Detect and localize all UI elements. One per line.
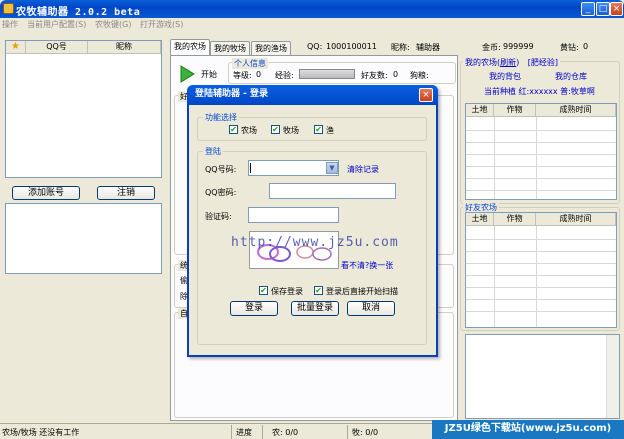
- log-panel: [5, 203, 162, 274]
- my-warehouse-link[interactable]: 我的仓库: [555, 71, 587, 82]
- col-friend-mature-time[interactable]: 成熟时间: [536, 213, 616, 226]
- qq-value: 1000100011: [326, 42, 377, 51]
- dialog-close-button[interactable]: ×: [419, 88, 433, 102]
- status-text: 农场/牧场 还没有工作: [2, 428, 80, 437]
- qq-label: QQ:: [307, 42, 323, 51]
- refresh-link[interactable]: 刷新: [500, 58, 516, 67]
- col-crop[interactable]: 作物: [494, 104, 536, 117]
- watermark-banner: JZ5U绿色下载站(www.jz5u.com): [432, 420, 624, 439]
- exp-label: 经验:: [275, 71, 294, 80]
- friend-land-table[interactable]: 土地 作物 成熟时间: [465, 212, 617, 328]
- refresh-captcha-link[interactable]: 看不清?换一张: [341, 260, 393, 271]
- col-land[interactable]: 土地: [466, 104, 494, 117]
- qq-number-field[interactable]: ▼: [248, 160, 339, 176]
- auto-scan-checkbox[interactable]: ✔: [314, 286, 323, 295]
- right-log-panel: [465, 334, 620, 419]
- farm-progress: 农: 0/0: [272, 428, 299, 437]
- star-icon: ★: [6, 41, 26, 54]
- scrollbar[interactable]: [606, 335, 619, 418]
- menu-item-operate[interactable]: 操作: [2, 19, 18, 30]
- coins-label: 金币:: [482, 43, 501, 52]
- qq-password-field[interactable]: [269, 183, 396, 199]
- ranch-checkbox[interactable]: ✔: [271, 125, 280, 134]
- fertilize-link[interactable]: [肥经验]: [528, 58, 558, 67]
- col-qq[interactable]: QQ号: [26, 41, 88, 54]
- ranch-progress: 牧: 0/0: [352, 428, 379, 437]
- my-bag-link[interactable]: 我的背包: [489, 71, 521, 82]
- exp-progress-bar: [299, 69, 355, 79]
- auto-scan-label: 登录后直接开始扫描: [326, 287, 398, 296]
- col-mature-time[interactable]: 成熟时间: [536, 104, 616, 117]
- level-value: 0: [256, 70, 262, 79]
- captcha-label: 验证码:: [205, 212, 232, 221]
- maximize-button[interactable]: □: [596, 2, 610, 16]
- progress-label: 进度: [236, 428, 252, 437]
- start-label: 开始: [201, 70, 217, 79]
- qq-password-label: QQ密码:: [205, 188, 237, 197]
- tab-my-fishery[interactable]: 我的渔场: [251, 41, 291, 56]
- my-farm-sep: ): [516, 58, 520, 67]
- close-button[interactable]: ×: [610, 2, 623, 16]
- account-list[interactable]: ★ QQ号 昵称: [5, 40, 162, 178]
- my-farm-header: 我的农场(刷新) [肥经验]: [463, 57, 561, 68]
- col-nickname[interactable]: 昵称: [88, 41, 161, 54]
- qq-number-label: QQ号码:: [205, 165, 237, 174]
- personal-info-title: 个人信息: [232, 58, 268, 69]
- cancel-button[interactable]: 取消: [347, 301, 395, 316]
- fishery-checkbox[interactable]: ✔: [314, 125, 323, 134]
- my-land-table[interactable]: 土地 作物 成熟时间: [465, 103, 617, 200]
- save-login-label: 保存登录: [271, 287, 303, 296]
- dialog-title: 登陆辅助器 - 登录: [187, 85, 438, 105]
- dog-food-label: 狗粮:: [410, 71, 429, 80]
- login-button[interactable]: 登录: [230, 301, 278, 316]
- menu-item-user-config[interactable]: 当前用户配置(S): [27, 19, 86, 30]
- menu-bar: 操作 当前用户配置(S) 农牧键(G) 打开游戏(S): [0, 18, 624, 32]
- start-button[interactable]: 开始: [177, 63, 223, 85]
- app-icon: [3, 3, 14, 14]
- add-account-button[interactable]: 添加账号: [12, 186, 80, 200]
- function-group-title: 功能选择: [203, 112, 239, 123]
- col-friend-land[interactable]: 土地: [466, 213, 494, 226]
- minimize-button[interactable]: _: [581, 2, 595, 16]
- tab-my-ranch[interactable]: 我的牧场: [210, 41, 250, 56]
- chevron-down-icon[interactable]: ▼: [326, 162, 338, 174]
- fishery-option-label: 渔: [326, 126, 334, 135]
- gold-value: 0: [583, 42, 589, 51]
- clear-records-link[interactable]: 清除记录: [347, 164, 379, 175]
- login-dialog: 登陆辅助器 - 登录 × 功能选择 ✔ 农场 ✔ 牧场 ✔ 渔 登陆 QQ号码:…: [187, 85, 438, 357]
- save-login-checkbox[interactable]: ✔: [259, 286, 268, 295]
- farm-option-label: 农场: [241, 126, 257, 135]
- menu-item-keys[interactable]: 农牧键(G): [95, 19, 131, 30]
- tab-my-farm[interactable]: 我的农场: [170, 39, 210, 56]
- crop-info: 当前种植 红:xxxxxx 普:牧草啊: [484, 87, 595, 96]
- window-title: 农牧辅助器 2.0.2 beta: [16, 7, 141, 18]
- login-group-title: 登陆: [203, 146, 223, 157]
- play-icon: [180, 65, 195, 83]
- ranch-option-label: 牧场: [283, 126, 299, 135]
- title-bar[interactable]: 农牧辅助器 2.0.2 beta _ □ ×: [0, 0, 624, 18]
- captcha-text: http://www.jz5u.com: [231, 235, 399, 250]
- nick-label: 昵称:: [391, 43, 410, 52]
- nick-value: 辅助器: [416, 43, 440, 52]
- captcha-field[interactable]: [248, 207, 339, 223]
- my-farm-title: 我的农场(: [465, 58, 501, 67]
- friends-value: 0: [393, 70, 399, 79]
- batch-login-button[interactable]: 批量登录: [291, 301, 339, 316]
- gold-label: 黄钻:: [560, 43, 579, 52]
- col-friend-crop[interactable]: 作物: [494, 213, 536, 226]
- coins-value: 999999: [503, 42, 534, 51]
- level-label: 等级:: [233, 71, 252, 80]
- menu-item-open-game[interactable]: 打开游戏(S): [140, 19, 183, 30]
- farm-checkbox[interactable]: ✔: [229, 125, 238, 134]
- friends-label: 好友数:: [361, 71, 388, 80]
- logout-button[interactable]: 注销: [97, 186, 155, 200]
